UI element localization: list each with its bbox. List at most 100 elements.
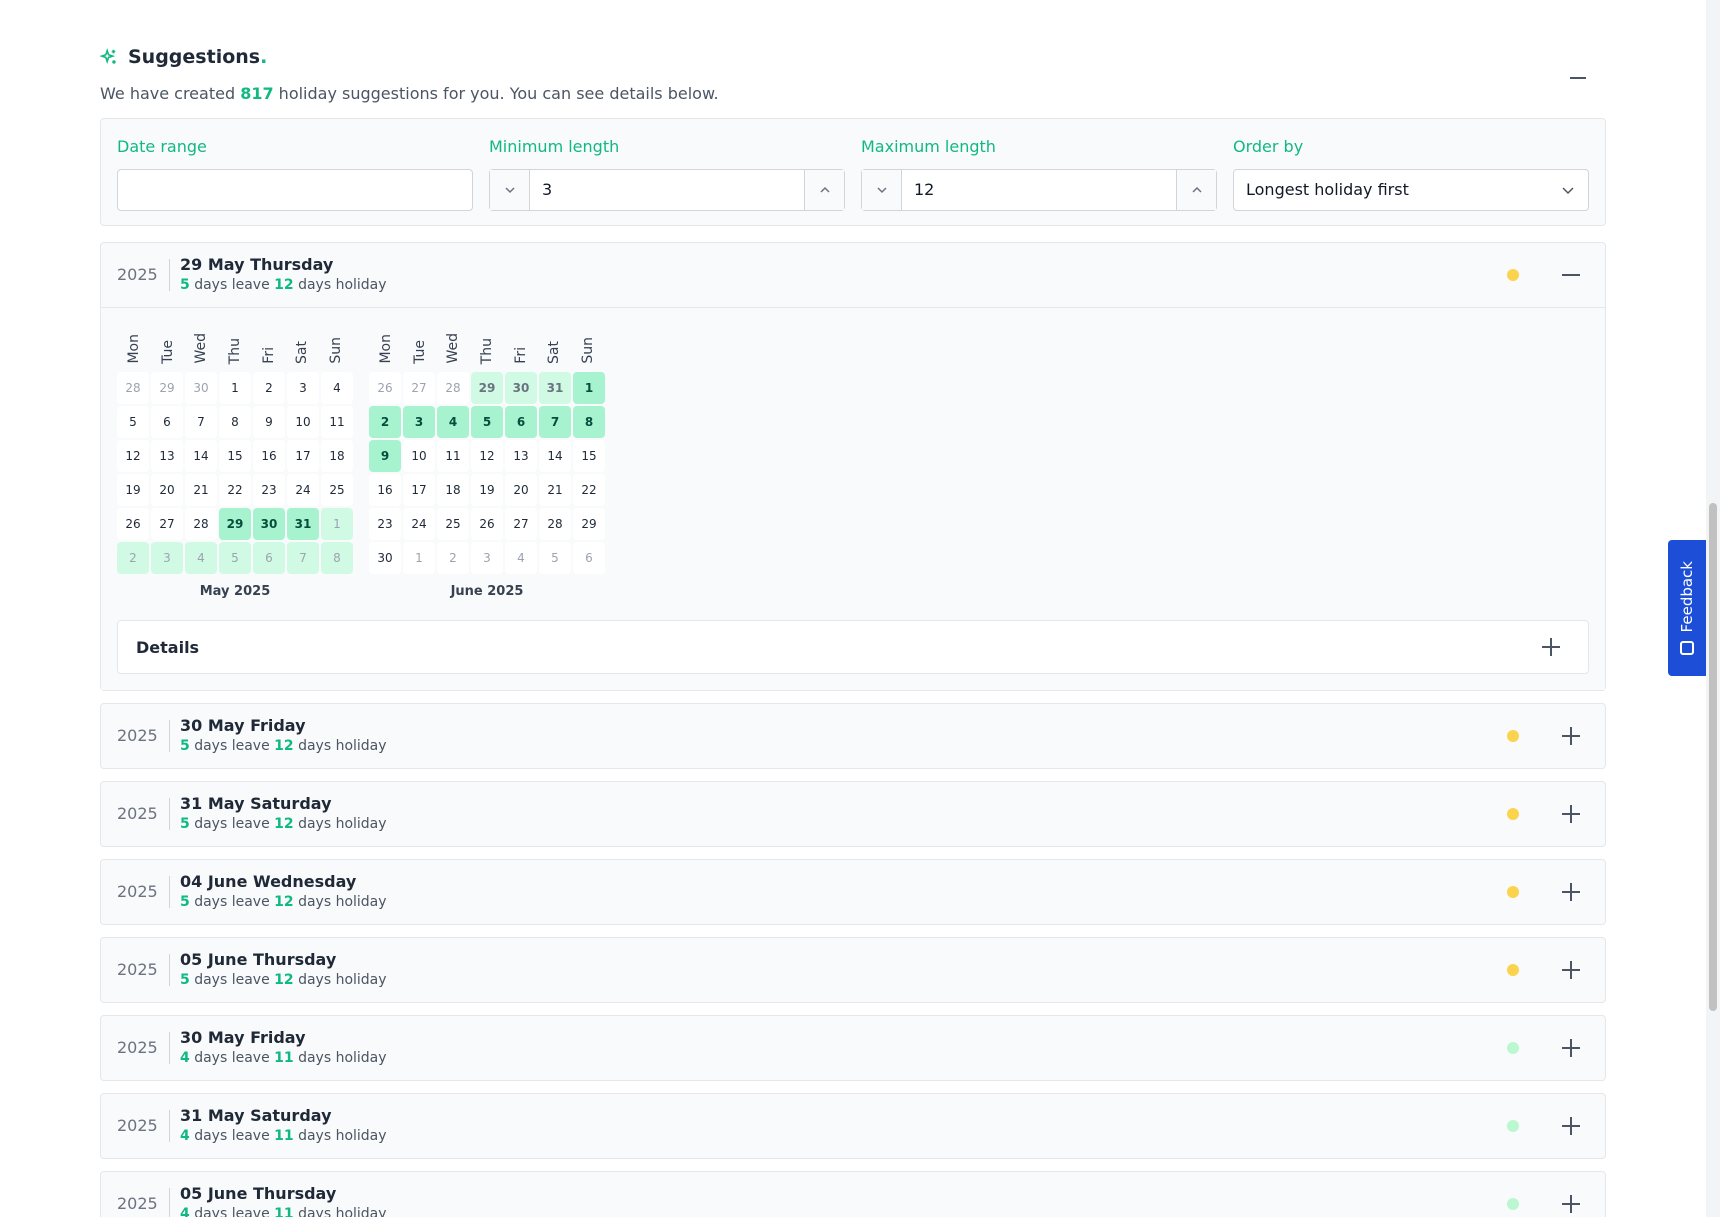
calendar-day: 27 [505, 508, 537, 540]
calendar-day: 3 [403, 406, 435, 438]
min-length-filter: Minimum length 3 [489, 135, 845, 211]
collapse-section-button[interactable] [1562, 62, 1594, 94]
expand-icon[interactable] [1561, 882, 1581, 902]
date-range-filter: Date range [117, 135, 473, 211]
scrollbar-thumb[interactable] [1709, 503, 1717, 1011]
feedback-button[interactable]: Feedback [1668, 540, 1706, 676]
weekday-label: Thu [479, 337, 496, 364]
min-length-stepper: 3 [489, 169, 845, 211]
calendar-day: 29 [219, 508, 251, 540]
expand-icon[interactable] [1561, 960, 1581, 980]
suggestion-card: 2025 30 May Friday 5 days leave 12 days ho… [100, 703, 1606, 769]
expand-icon[interactable] [1561, 804, 1581, 824]
suggestion-header[interactable]: 2025 30 May Friday 4 days leave 11 days ho… [101, 1016, 1605, 1080]
order-by-filter: Order by Longest holiday first [1233, 135, 1589, 211]
suggestion-date: 05 June Thursday [180, 1184, 337, 1203]
calendar-day: 3 [471, 542, 503, 574]
collapse-icon[interactable] [1561, 265, 1581, 285]
calendar-day: 11 [437, 440, 469, 472]
calendar-day: 2 [117, 542, 149, 574]
calendar-day: 28 [539, 508, 571, 540]
calendar-day: 24 [403, 508, 435, 540]
min-length-decrement-button[interactable] [490, 170, 530, 210]
calendar-months: Mon Tue Wed Thu Fri Sat Sun 28 29 30 1 2 3 4 5 6 7 8 9 10 11… [117, 324, 1589, 604]
suggestion-card: 2025 05 June Thursday 5 days leave 12 days… [100, 937, 1606, 1003]
calendar-day: 23 [369, 508, 401, 540]
calendar-month: Mon Tue Wed Thu Fri Sat Sun 26 27 28 29 30 31 1 2 3 4 5 6 7… [369, 324, 605, 604]
weekday-label: Sun [580, 337, 597, 364]
calendar-day: 28 [185, 508, 217, 540]
min-length-label: Minimum length [489, 137, 620, 156]
suggestion-header[interactable]: 2025 31 May Saturday 5 days leave 12 days … [101, 782, 1605, 846]
expand-icon[interactable] [1561, 726, 1581, 746]
calendar-day: 9 [369, 440, 401, 472]
date-range-input[interactable] [117, 169, 473, 211]
calendar-day: 15 [573, 440, 605, 472]
expand-icon[interactable] [1561, 1194, 1581, 1214]
expand-icon[interactable] [1561, 1116, 1581, 1136]
status-dot [1507, 964, 1519, 976]
suggestion-header[interactable]: 2025 29 May Thursday 5 days leave 12 day… [101, 243, 1605, 307]
suggestion-header[interactable]: 2025 30 May Friday 5 days leave 12 days ho… [101, 704, 1605, 768]
suggestion-header[interactable]: 2025 05 June Thursday 4 days leave 11 days… [101, 1172, 1605, 1217]
weekday-label: Tue [159, 340, 176, 364]
weekday-label: Fri [512, 347, 529, 364]
calendar-day: 10 [287, 406, 319, 438]
calendar-day: 4 [505, 542, 537, 574]
suggestion-meta: 5 days leave 12 days holiday [180, 972, 387, 988]
chevron-down-icon [504, 187, 515, 194]
calendar-day: 23 [253, 474, 285, 506]
suggestion-card: 2025 05 June Thursday 4 days leave 11 days… [100, 1171, 1606, 1217]
calendar-day: 29 [151, 372, 183, 404]
calendar-day: 1 [403, 542, 435, 574]
status-dot [1507, 1198, 1519, 1210]
suggestion-header[interactable]: 2025 31 May Saturday 4 days leave 11 days … [101, 1094, 1605, 1158]
suggestion-header[interactable]: 2025 05 June Thursday 5 days leave 12 days… [101, 938, 1605, 1002]
chevron-up-icon [1191, 186, 1202, 193]
calendar-day: 16 [369, 474, 401, 506]
suggestion-meta: 5 days leave 12 days holiday [180, 738, 387, 754]
suggestion-date: 29 May Thursday [180, 255, 334, 274]
scrollbar[interactable] [1706, 0, 1720, 1217]
min-length-increment-button[interactable] [804, 170, 844, 210]
suggestions-summary: We have created 817 holiday suggestions … [100, 84, 719, 103]
details-accordion[interactable]: Details [117, 620, 1589, 674]
calendar-day: 4 [437, 406, 469, 438]
max-length-input[interactable]: 12 [902, 170, 1176, 210]
calendar-day: 16 [253, 440, 285, 472]
calendar-day: 11 [321, 406, 353, 438]
calendar-day: 30 [369, 542, 401, 574]
calendar-day: 30 [185, 372, 217, 404]
suggestion-year: 2025 [117, 1032, 170, 1064]
calendar-day: 21 [539, 474, 571, 506]
feedback-label: Feedback [1678, 561, 1696, 633]
calendar-day: 13 [505, 440, 537, 472]
month-name: May 2025 [199, 584, 271, 599]
calendar-day: 6 [151, 406, 183, 438]
calendar-day: 20 [505, 474, 537, 506]
order-by-select[interactable]: Longest holiday first [1233, 169, 1589, 211]
suggestion-date: 05 June Thursday [180, 950, 337, 969]
expand-icon[interactable] [1561, 1038, 1581, 1058]
max-length-decrement-button[interactable] [862, 170, 902, 210]
calendar-day: 29 [573, 508, 605, 540]
calendar-day: 22 [219, 474, 251, 506]
calendar-day: 5 [117, 406, 149, 438]
suggestion-header[interactable]: 2025 04 June Wednesday 5 days leave 12 day… [101, 860, 1605, 924]
suggestion-card: 2025 30 May Friday 4 days leave 11 days ho… [100, 1015, 1606, 1081]
suggestion-detail-panel: Mon Tue Wed Thu Fri Sat Sun 28 29 30 1 2 3 4 5 6 7 8 9 10 11… [101, 307, 1605, 690]
suggestion-meta: 5 days leave 12 days holiday [180, 277, 387, 293]
suggestion-meta: 5 days leave 12 days holiday [180, 816, 387, 832]
calendar-grid: 26 27 28 29 30 31 1 2 3 4 5 6 7 8 9 10 11 12 13 14 15 16 17 18 1… [369, 372, 605, 574]
min-length-input[interactable]: 3 [530, 170, 804, 210]
suggestion-year: 2025 [117, 1110, 170, 1142]
weekday-label: Sun [328, 337, 345, 364]
max-length-increment-button[interactable] [1176, 170, 1216, 210]
filters-panel: Date range Minimum length 3 Maximum leng… [100, 118, 1606, 226]
weekday-label: Sat [294, 341, 311, 364]
minus-icon [1570, 77, 1586, 79]
calendar-day: 12 [471, 440, 503, 472]
suggestion-date: 04 June Wednesday [180, 872, 357, 891]
calendar-day: 21 [185, 474, 217, 506]
order-by-label: Order by [1233, 137, 1304, 156]
